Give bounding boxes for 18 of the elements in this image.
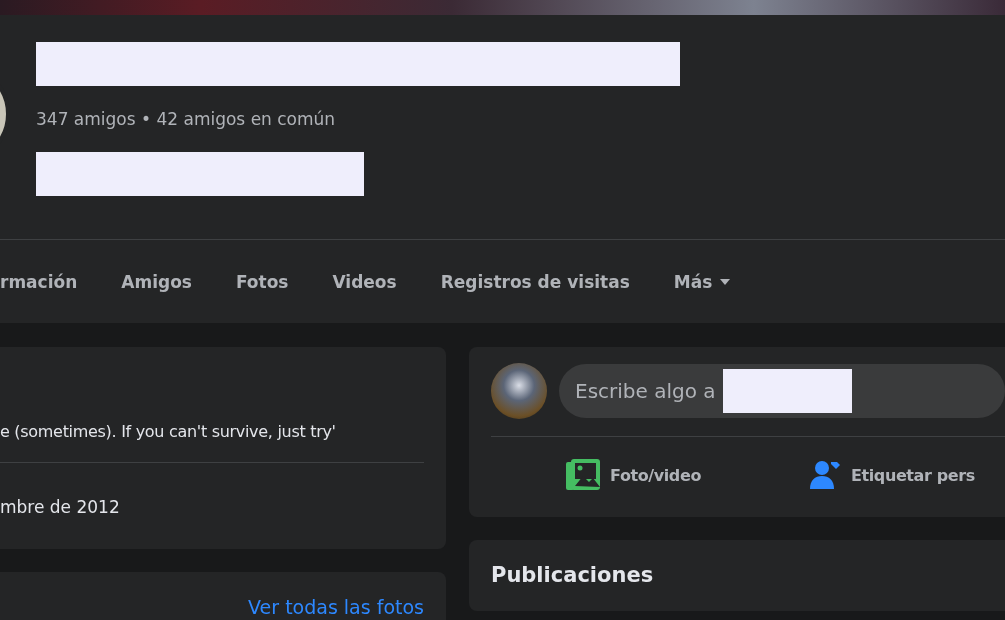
- see-all-photos-link[interactable]: Ver todas las fotos: [248, 594, 424, 620]
- tag-people-button[interactable]: Etiquetar pers: [809, 459, 975, 491]
- profile-tab[interactable]: Más: [651, 251, 753, 312]
- profile-tab[interactable]: Fotos: [213, 251, 311, 312]
- bio-text: e (sometimes). If you can't survive, just try': [0, 421, 337, 443]
- friends-count[interactable]: 347 amigos • 42 amigos en común: [36, 107, 336, 131]
- joined-date: mbre de 2012: [0, 496, 121, 519]
- profile-tab[interactable]: Videos: [310, 251, 419, 312]
- profile-tab[interactable]: Registros de visitas: [418, 251, 652, 312]
- profile-tab[interactable]: Amigos: [99, 251, 214, 312]
- posts-heading: Publicaciones: [491, 562, 654, 589]
- photo-video-button[interactable]: Foto/video: [566, 459, 701, 491]
- post-input-field[interactable]: Escribe algo a: [559, 364, 1005, 418]
- user-avatar: [491, 363, 547, 419]
- profile-tab[interactable]: rmación: [0, 251, 100, 312]
- photo-icon: [566, 459, 600, 491]
- caret-icon: [720, 278, 731, 285]
- person-tag-icon: [809, 459, 841, 491]
